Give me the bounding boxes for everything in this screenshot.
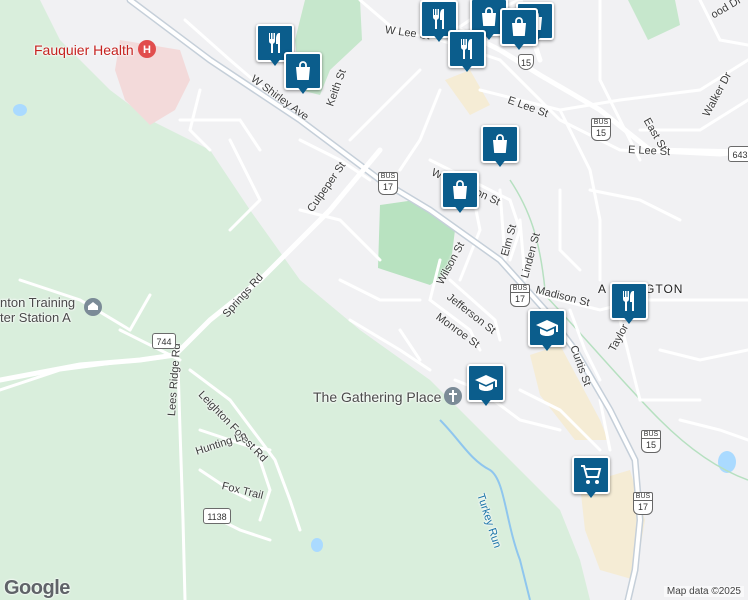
route-shield-bus-15: BUS 15	[641, 430, 661, 453]
route-shield-15: 15	[518, 54, 534, 70]
fork-knife-icon	[433, 9, 444, 29]
restaurant-marker[interactable]	[610, 282, 648, 326]
grocery-marker[interactable]	[572, 456, 610, 500]
church-label[interactable]: The Gathering Place	[313, 389, 441, 405]
town-label-rest: GTON	[645, 282, 684, 296]
route-shield-bus-17: BUS 17	[633, 492, 653, 515]
shopping-bag-icon	[482, 7, 496, 26]
route-shield-1138: 1138	[203, 508, 231, 524]
school-marker[interactable]	[467, 364, 505, 408]
shopping-marker[interactable]	[500, 8, 538, 52]
route-shield-bus-15: BUS 15	[591, 118, 611, 141]
shopping-bag-icon	[296, 61, 310, 80]
map-canvas[interactable]: H Fauquier Health nton Training ter Stat…	[0, 0, 748, 600]
pond	[311, 538, 323, 552]
park-area-ne	[628, 0, 680, 40]
town-label: A	[598, 282, 608, 296]
commercial-area-3	[445, 70, 490, 115]
google-logo[interactable]: Google	[4, 577, 70, 600]
fork-knife-icon	[461, 39, 472, 59]
shopping-bag-icon	[512, 17, 526, 36]
route-shield-bus-17: BUS 17	[510, 284, 530, 307]
pond	[13, 104, 27, 116]
shopping-marker[interactable]	[481, 125, 519, 169]
shopping-cart-icon	[581, 465, 602, 484]
svg-text:H: H	[143, 44, 151, 56]
route-shield-744: 744	[152, 333, 176, 349]
route-shield-643: 643	[728, 146, 748, 162]
restaurant-marker[interactable]	[448, 30, 486, 74]
hospital-label[interactable]: Fauquier Health	[34, 42, 134, 58]
shopping-marker[interactable]	[284, 52, 322, 96]
pond	[718, 451, 736, 473]
fork-knife-icon	[623, 291, 634, 311]
graduation-cap-icon	[475, 375, 497, 391]
shopping-marker[interactable]	[441, 171, 479, 215]
training-station-label[interactable]: nton Training	[0, 295, 75, 310]
map-attribution[interactable]: Map data ©2025	[663, 586, 744, 597]
graduation-cap-icon	[536, 320, 558, 336]
training-station-label-2[interactable]: ter Station A	[0, 310, 71, 325]
shopping-bag-icon	[493, 134, 507, 153]
route-shield-bus-17: BUS 17	[378, 172, 398, 195]
shopping-bag-icon	[453, 180, 467, 199]
school-marker[interactable]	[528, 309, 566, 353]
